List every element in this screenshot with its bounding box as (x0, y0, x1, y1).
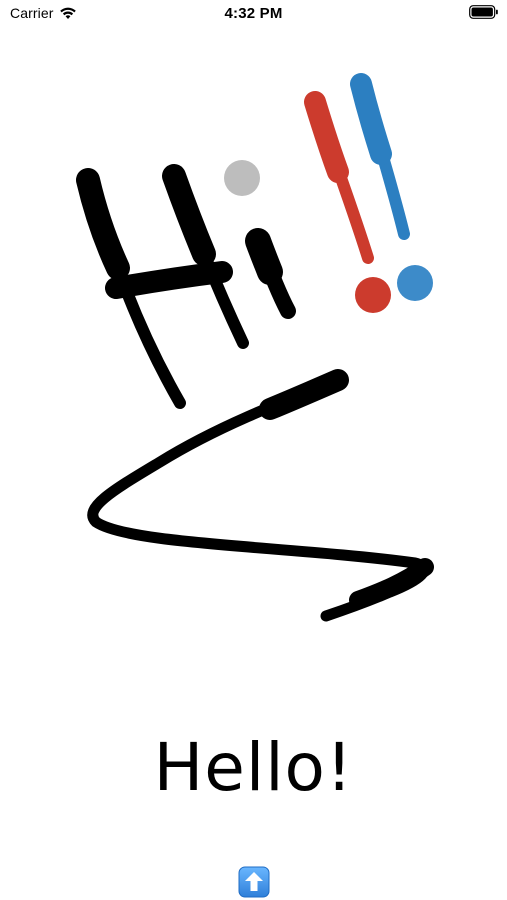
dot-red (355, 277, 391, 313)
battery-full-icon (469, 5, 499, 19)
stroke-squiggle (87, 376, 430, 622)
share-button[interactable] (238, 866, 270, 898)
dot-blue (397, 265, 433, 301)
status-bar: Carrier 4:32 PM (0, 0, 507, 28)
drawing-canvas[interactable] (0, 28, 507, 718)
dot-gray (224, 160, 260, 196)
status-time: 4:32 PM (224, 5, 283, 22)
message-label: Hello! (153, 729, 354, 806)
arrow-up-box-icon (238, 866, 270, 898)
stroke-h-bar (105, 261, 233, 299)
